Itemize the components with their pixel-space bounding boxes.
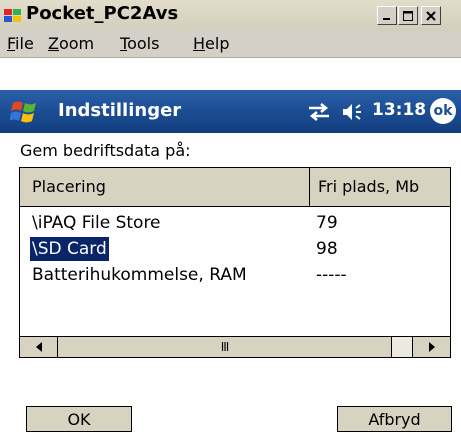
minimize-icon [383,17,390,20]
scroll-right-arrow-icon [428,342,435,352]
column-header-free-space[interactable]: Fri plads, Mb [310,168,450,206]
list-header: Placering Fri plads, Mb [20,168,450,207]
horizontal-scrollbar[interactable]: III [20,336,450,357]
scrollbar-thumb[interactable]: III [58,337,392,357]
maximize-button[interactable] [398,6,418,25]
scroll-right-button[interactable] [412,337,450,357]
cancel-button[interactable]: Afbryd [337,406,452,432]
list-row[interactable]: Batterihukommelse, RAM ----- [20,263,450,287]
scroll-left-button[interactable] [20,337,58,357]
storage-list-view[interactable]: Placering Fri plads, Mb \iPAQ File Store… [19,167,451,358]
row-free-space: 98 [316,239,338,259]
minimize-button[interactable] [377,6,397,25]
windows-flag-icon[interactable] [9,98,40,126]
sync-arrows-icon[interactable] [307,101,331,123]
row-location: \iPAQ File Store [32,213,161,233]
navigation-title: Indstillinger [58,100,182,121]
speaker-icon[interactable] [341,101,365,123]
close-button[interactable] [421,6,441,25]
thumb-grip: III [220,340,230,354]
pocket-pc-icon [4,7,22,23]
clock-time[interactable]: 13:18 [372,100,426,120]
close-icon [426,10,436,21]
scroll-left-arrow-icon [35,342,42,352]
ok-title-button[interactable]: ok [430,98,456,124]
list-row-selected[interactable]: \SD Card 98 [20,237,450,261]
storage-location-label: Gem bedriftsdata på: [20,141,191,160]
device-top-spacer [0,58,461,90]
row-free-space: ----- [316,265,347,285]
row-free-space: 79 [316,213,338,233]
maximize-icon [403,10,413,21]
menu-file[interactable]: File [7,34,34,53]
row-location: Batterihukommelse, RAM [32,265,247,285]
menu-bar: File Zoom Tools Help [0,30,461,58]
menu-zoom[interactable]: Zoom [48,34,94,53]
window-title: Pocket_PC2Avs [26,3,179,24]
window-title-bar: Pocket_PC2Avs [0,0,461,30]
list-row[interactable]: \iPAQ File Store 79 [20,211,450,235]
column-header-location[interactable]: Placering [20,168,310,206]
menu-tools[interactable]: Tools [120,34,159,53]
row-location: \SD Card [30,237,109,261]
ok-button[interactable]: OK [26,406,132,432]
menu-help[interactable]: Help [193,34,229,53]
